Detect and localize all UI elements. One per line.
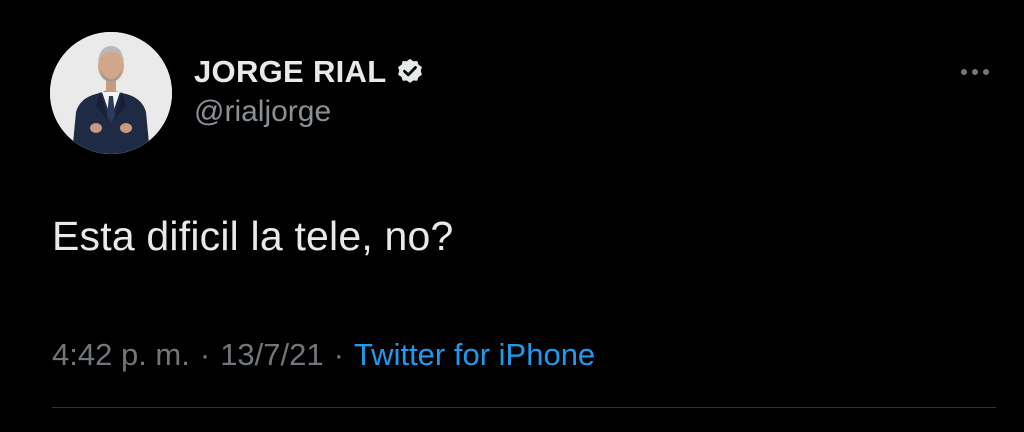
meta-separator: ·	[199, 337, 211, 372]
person-avatar-image	[50, 32, 172, 154]
author-name-row: JORGE RIAL	[194, 52, 425, 92]
verified-badge-icon	[395, 57, 425, 87]
tweet-metadata: 4:42 p. m. · 13/7/21 · Twitter for iPhon…	[52, 337, 595, 373]
avatar[interactable]	[50, 32, 172, 154]
tweet-text: Esta dificil la tele, no?	[52, 213, 454, 259]
more-horizontal-icon	[983, 69, 989, 75]
author-handle[interactable]: @rialjorge	[194, 95, 331, 129]
author-display-name[interactable]: JORGE RIAL	[194, 54, 386, 90]
tweet-source-link[interactable]: Twitter for iPhone	[354, 337, 595, 373]
divider	[52, 407, 996, 408]
tweet-card: JORGE RIAL @rialjorge Esta dificil la te…	[0, 0, 1024, 432]
more-options-button[interactable]	[950, 58, 1000, 86]
more-horizontal-icon	[961, 69, 967, 75]
meta-separator: ·	[333, 337, 344, 372]
tweet-time[interactable]: 4:42 p. m.	[52, 337, 190, 373]
more-horizontal-icon	[972, 69, 978, 75]
tweet-date[interactable]: 13/7/21	[220, 337, 323, 373]
